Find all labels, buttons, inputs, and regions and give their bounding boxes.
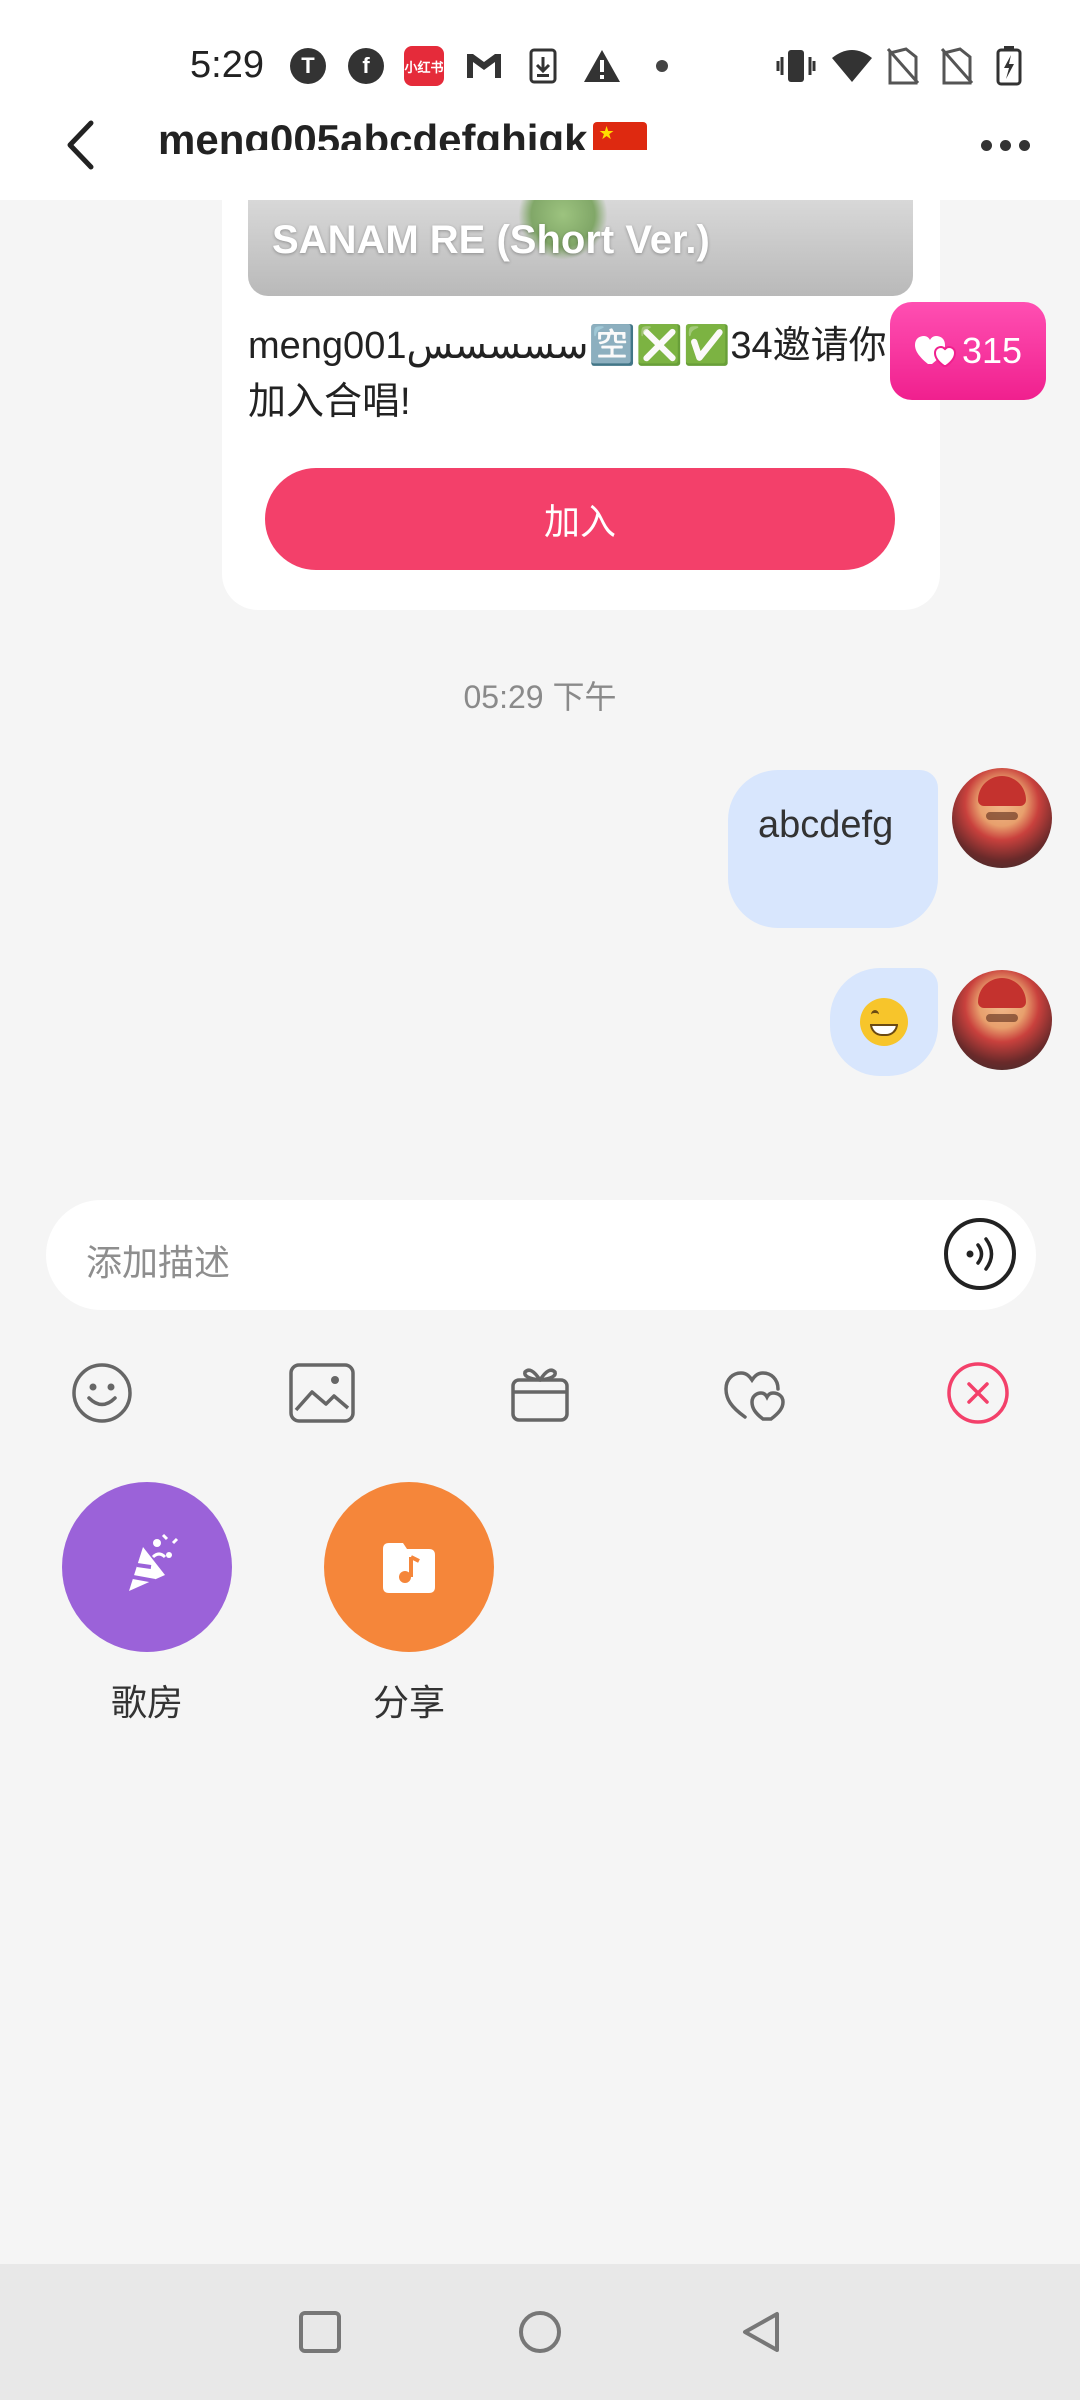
triangle-back-icon (743, 2312, 779, 2352)
close-panel-button[interactable] (938, 1358, 1018, 1428)
back-nav-button[interactable] (734, 2306, 786, 2358)
sent-emoji-bubble[interactable] (830, 968, 938, 1076)
emoji-button[interactable] (62, 1358, 142, 1428)
avatar[interactable] (952, 970, 1052, 1070)
song-room-action[interactable]: 歌房 (62, 1482, 232, 1726)
share-label: 分享 (372, 1682, 445, 1723)
dot-icon (656, 46, 668, 86)
message-input-bar[interactable]: 添加描述 (46, 1200, 1036, 1310)
likes-badge[interactable]: 315 (890, 302, 1046, 400)
gift-icon (511, 1368, 569, 1422)
invite-message: meng001سسسسس🈳❎✅34邀请你加入合唱! (248, 325, 887, 423)
voice-button[interactable] (944, 1218, 1016, 1290)
song-room-label: 歌房 (110, 1682, 183, 1723)
app-icon: T (290, 46, 326, 86)
music-file-icon (324, 1482, 494, 1652)
song-title: SANAM RE (Short Ver.) (272, 218, 710, 262)
more-dot (1018, 139, 1030, 151)
chorus-button[interactable] (718, 1358, 798, 1428)
xiaohongshu-icon: 小红书 (404, 46, 444, 86)
sim-off-icon (940, 46, 974, 86)
recents-button[interactable] (294, 2306, 346, 2358)
system-nav-bar (0, 2264, 1080, 2400)
voice-icon (966, 1237, 994, 1271)
sent-message-bubble[interactable]: abcdefg (728, 770, 938, 928)
back-arrow-icon (67, 120, 94, 170)
circle-icon (519, 2311, 561, 2353)
message-input[interactable]: 添加描述 (86, 1234, 230, 1286)
more-options-button[interactable] (970, 120, 1040, 170)
close-icon (947, 1362, 1009, 1424)
message-text: abcdefg (758, 804, 894, 846)
share-action[interactable]: 分享 (324, 1482, 494, 1726)
join-chorus-button[interactable]: 加入 (265, 468, 895, 570)
square-icon (299, 2311, 341, 2353)
warning-icon (582, 46, 622, 86)
grinning-face-icon (860, 998, 908, 1046)
song-cover[interactable]: SANAM RE (Short Ver.) (248, 200, 913, 296)
party-icon (62, 1482, 232, 1652)
wifi-icon (830, 46, 874, 86)
gmail-icon (464, 46, 504, 86)
message-timestamp: 05:29 下午 (463, 679, 617, 715)
image-button[interactable] (282, 1358, 362, 1428)
more-dot (999, 139, 1011, 151)
heart-icon (914, 336, 956, 367)
chorus-icon (724, 1371, 785, 1421)
more-dot (980, 139, 992, 151)
battery-charging-icon (996, 46, 1022, 86)
status-time: 5:29 (190, 44, 264, 86)
download-icon (528, 46, 558, 86)
back-button[interactable] (50, 110, 110, 180)
sim-off-icon (886, 46, 920, 86)
emoji-icon (72, 1363, 132, 1423)
avatar[interactable] (952, 768, 1052, 868)
gift-button[interactable] (500, 1358, 580, 1428)
vibrate-icon (776, 46, 816, 86)
facebook-icon: f (348, 46, 384, 86)
image-icon (289, 1363, 355, 1423)
likes-count: 315 (961, 330, 1023, 371)
home-button[interactable] (514, 2306, 566, 2358)
